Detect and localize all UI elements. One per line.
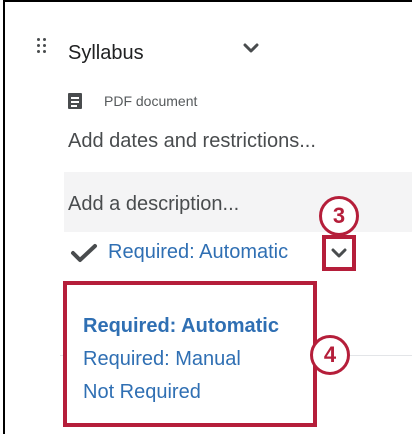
- add-dates-link[interactable]: Add dates and restrictions...: [68, 130, 316, 153]
- step-callout-4: 4: [310, 335, 350, 375]
- frame-border-top: [3, 0, 412, 2]
- menu-item-not-required[interactable]: Not Required: [83, 381, 201, 404]
- item-title[interactable]: Syllabus: [68, 42, 144, 65]
- item-type-label: PDF document: [104, 93, 198, 109]
- completion-status-button[interactable]: Required: Automatic: [108, 241, 324, 264]
- frame-border-left: [3, 0, 5, 434]
- step-callout-3: 3: [319, 196, 359, 236]
- chevron-down-icon: [331, 248, 347, 258]
- chevron-down-icon[interactable]: [242, 41, 260, 55]
- menu-item-required-automatic[interactable]: Required: Automatic: [83, 315, 279, 338]
- completion-dropdown-menu: Required: Automatic Required: Manual Not…: [63, 281, 317, 427]
- drag-handle-icon[interactable]: [37, 38, 47, 54]
- description-placeholder[interactable]: Add a description...: [68, 193, 239, 216]
- menu-item-required-manual[interactable]: Required: Manual: [83, 348, 241, 371]
- checkmark-icon: [71, 244, 97, 262]
- completion-dropdown-toggle[interactable]: [322, 235, 356, 271]
- document-icon: [68, 93, 82, 109]
